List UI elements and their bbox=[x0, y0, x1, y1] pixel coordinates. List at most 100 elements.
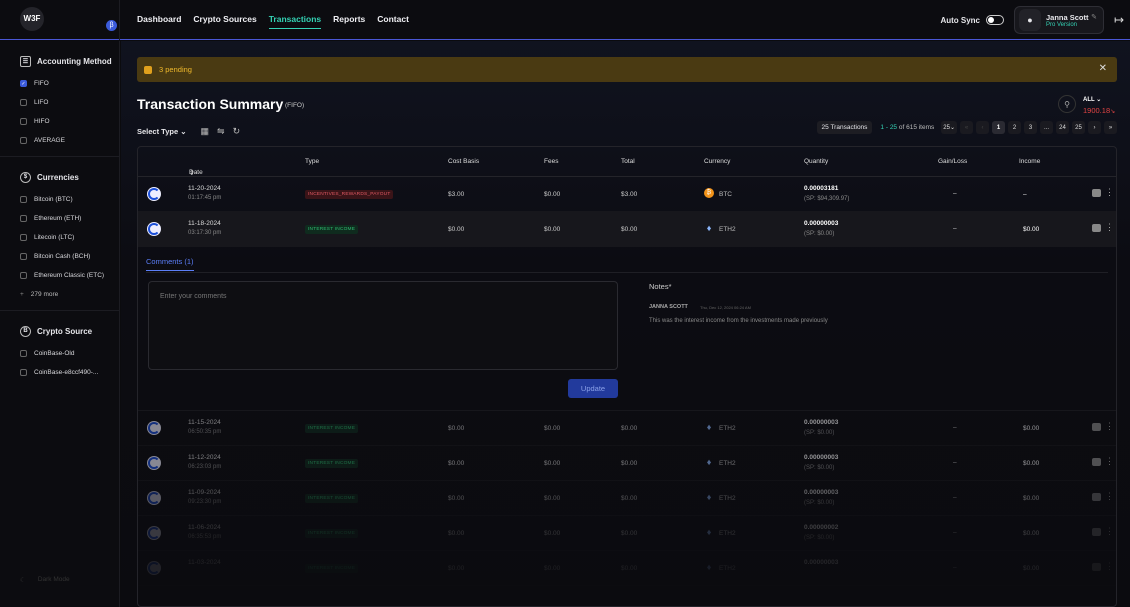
select-type-dropdown[interactable]: Select Type ⌄ bbox=[137, 127, 187, 136]
row-quantity: 0.00000003 bbox=[804, 454, 839, 461]
page-2[interactable]: 2 bbox=[1008, 121, 1021, 134]
source-label: CoinBase-Old bbox=[34, 350, 75, 357]
method-lifo[interactable]: LIFO bbox=[20, 93, 119, 112]
nav-dashboard[interactable]: Dashboard bbox=[137, 10, 181, 29]
method-average[interactable]: AVERAGE bbox=[20, 131, 119, 150]
currency-btc[interactable]: Bitcoin (BTC) bbox=[20, 190, 119, 209]
currency-bch[interactable]: Bitcoin Cash (BCH) bbox=[20, 247, 119, 266]
last-page-icon[interactable]: » bbox=[1104, 121, 1117, 134]
checkbox-icon[interactable] bbox=[20, 118, 27, 125]
row-fees: $0.00 bbox=[544, 425, 561, 432]
comment-icon[interactable] bbox=[1092, 423, 1101, 431]
type-badge: INTEREST INCOME bbox=[305, 424, 359, 433]
page-3[interactable]: 3 bbox=[1024, 121, 1037, 134]
all-label: ALL bbox=[1083, 97, 1095, 103]
more-options-icon[interactable]: ⋮ bbox=[1105, 422, 1114, 431]
page-size-select[interactable]: 25 ⌄ bbox=[941, 121, 957, 134]
currency-ltc[interactable]: Litecoin (LTC) bbox=[20, 228, 119, 247]
beta-badge: β bbox=[106, 19, 117, 31]
user-card[interactable]: ● Janna Scott Pro Version ✎ bbox=[1014, 6, 1104, 34]
checkbox-icon[interactable] bbox=[20, 137, 27, 144]
source-coinbase-new[interactable]: CoinBase-e8ccf490-... bbox=[20, 363, 119, 382]
comment-icon[interactable] bbox=[1092, 528, 1101, 536]
all-filter[interactable]: ALL ⌄ bbox=[1083, 96, 1101, 103]
page-ellipsis: ... bbox=[1040, 121, 1053, 134]
comments-tab[interactable]: Comments (1) bbox=[146, 257, 194, 271]
checkbox-icon[interactable] bbox=[20, 369, 27, 376]
logo[interactable]: W3F bbox=[20, 6, 44, 31]
currencies-section: $ Currencies Bitcoin (BTC) Ethereum (ETH)… bbox=[0, 170, 119, 304]
more-options-icon[interactable]: ⋮ bbox=[1105, 188, 1114, 197]
update-button[interactable]: Update bbox=[568, 379, 618, 398]
nav-crypto-sources[interactable]: Crypto Sources bbox=[193, 10, 256, 29]
more-options-icon[interactable]: ⋮ bbox=[1105, 562, 1114, 571]
filter-icon[interactable]: ⇋ bbox=[217, 126, 225, 137]
edit-icon[interactable]: ✎ bbox=[1091, 13, 1097, 21]
note-text: This was the interest income from the in… bbox=[649, 318, 828, 324]
checkbox-icon[interactable] bbox=[20, 350, 27, 357]
row-quantity: 0.00000003 bbox=[804, 559, 839, 566]
row-currency: ETH2 bbox=[719, 495, 736, 502]
type-badge: INCENTIVES_REWARDS_PAYOUT bbox=[305, 190, 394, 199]
page-25[interactable]: 25 bbox=[1072, 121, 1085, 134]
divider bbox=[146, 272, 1108, 273]
checkbox-icon[interactable] bbox=[20, 234, 27, 241]
checkbox-icon[interactable] bbox=[20, 215, 27, 222]
first-page-icon[interactable]: « bbox=[960, 121, 973, 134]
user-icon: ● bbox=[1019, 9, 1041, 31]
checkbox-checked-icon[interactable]: ✓ bbox=[20, 80, 27, 87]
checkbox-icon[interactable] bbox=[20, 196, 27, 203]
currency-eth[interactable]: Ethereum (ETH) bbox=[20, 209, 119, 228]
table-row[interactable]: 11-20-2024 01:17:45 pm INCENTIVES_REWARD… bbox=[138, 177, 1116, 212]
method-hifo[interactable]: HIFO bbox=[20, 112, 119, 131]
row-income: $0.00 bbox=[1023, 530, 1040, 537]
checkbox-icon[interactable] bbox=[20, 99, 27, 106]
method-fifo[interactable]: ✓ FIFO bbox=[20, 74, 119, 93]
more-options-icon[interactable]: ⋮ bbox=[1105, 492, 1114, 501]
checkbox-icon[interactable] bbox=[20, 253, 27, 260]
table-row[interactable]: 11-03-2024 INTEREST INCOME $0.00 $0.00 $… bbox=[138, 551, 1116, 586]
refresh-icon[interactable]: ↻ bbox=[233, 126, 241, 137]
comment-icon[interactable] bbox=[1092, 224, 1101, 232]
table-row[interactable]: 11-18-2024 03:17:30 pm INTEREST INCOME $… bbox=[138, 212, 1116, 247]
comment-icon[interactable] bbox=[1092, 563, 1101, 571]
comment-icon[interactable] bbox=[1092, 189, 1101, 197]
comment-icon[interactable] bbox=[1092, 493, 1101, 501]
search-icon[interactable]: ⚲ bbox=[1058, 95, 1076, 113]
page-1[interactable]: 1 bbox=[992, 121, 1005, 134]
page-24[interactable]: 24 bbox=[1056, 121, 1069, 134]
page-size-value: 25 bbox=[943, 124, 950, 131]
coinbase-icon bbox=[147, 491, 161, 505]
more-options-icon[interactable]: ⋮ bbox=[1105, 527, 1114, 536]
nav-transactions[interactable]: Transactions bbox=[268, 10, 322, 29]
calendar-icon[interactable]: ▦ bbox=[201, 126, 210, 137]
prev-page-icon[interactable]: ‹ bbox=[976, 121, 989, 134]
table-row[interactable]: 11-15-2024 06:50:35 pm INTEREST INCOME $… bbox=[138, 411, 1116, 446]
more-options-icon[interactable]: ⋮ bbox=[1105, 457, 1114, 466]
table-row[interactable]: 11-09-2024 09:23:30 pm INTEREST INCOME $… bbox=[138, 481, 1116, 516]
row-date: 11-12-2024 bbox=[188, 454, 221, 461]
pending-text[interactable]: 3 pending bbox=[159, 65, 192, 74]
next-page-icon[interactable]: › bbox=[1088, 121, 1101, 134]
source-coinbase-old[interactable]: CoinBase-Old bbox=[20, 344, 119, 363]
checkbox-icon[interactable] bbox=[20, 272, 27, 279]
table-row[interactable]: 11-12-2024 06:23:03 pm INTEREST INCOME $… bbox=[138, 446, 1116, 481]
table-row[interactable]: 11-06-2024 06:35:53 pm INTEREST INCOME $… bbox=[138, 516, 1116, 551]
comment-input[interactable]: Enter your comments bbox=[148, 281, 618, 370]
row-date: 11-09-2024 bbox=[188, 489, 221, 496]
ethereum-icon: ♦ bbox=[706, 457, 712, 467]
close-icon[interactable]: ✕ bbox=[1099, 63, 1107, 74]
row-quantity: 0.00000003 bbox=[804, 489, 839, 496]
comment-icon[interactable] bbox=[1092, 458, 1101, 466]
dark-mode-label: Dark Mode bbox=[37, 576, 70, 583]
coinbase-icon bbox=[147, 222, 161, 236]
more-options-icon[interactable]: ⋮ bbox=[1105, 223, 1114, 232]
auto-sync-toggle[interactable] bbox=[986, 15, 1004, 25]
dark-mode-toggle[interactable]: ☾ Dark Mode bbox=[20, 576, 70, 584]
row-quantity: 0.00000003 bbox=[804, 419, 839, 426]
currency-etc[interactable]: Ethereum Classic (ETC) bbox=[20, 266, 119, 285]
more-currencies[interactable]: +279 more bbox=[20, 285, 119, 304]
nav-reports[interactable]: Reports bbox=[333, 10, 365, 29]
logout-icon[interactable]: ↦ bbox=[1108, 13, 1130, 27]
nav-contact[interactable]: Contact bbox=[377, 10, 409, 29]
